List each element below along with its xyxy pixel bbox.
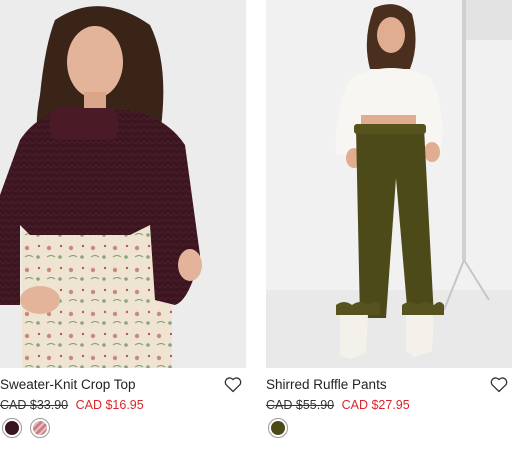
color-swatch[interactable] [268,418,288,438]
solid-swatch-icon [5,421,19,435]
color-swatch[interactable] [30,418,50,438]
striped-swatch-icon [33,421,47,435]
color-swatch[interactable] [2,418,22,438]
color-swatches [268,418,288,438]
heart-icon[interactable] [224,376,242,393]
product-image-sweater-knit-crop-top[interactable] [0,0,246,368]
sale-price: CAD $16.95 [75,398,144,412]
price-block: CAD $33.90 CAD $16.95 [0,398,144,412]
price-block: CAD $55.90 CAD $27.95 [266,398,410,412]
color-swatches [2,418,50,438]
product-image-shirred-ruffle-pants[interactable] [266,0,512,368]
heart-icon[interactable] [490,376,508,393]
product-name[interactable]: Shirred Ruffle Pants [266,377,387,392]
sale-price: CAD $27.95 [341,398,410,412]
original-price: CAD $55.90 [266,398,335,412]
solid-swatch-icon [271,421,285,435]
original-price: CAD $33.90 [0,398,69,412]
product-name[interactable]: Sweater-Knit Crop Top [0,377,136,392]
